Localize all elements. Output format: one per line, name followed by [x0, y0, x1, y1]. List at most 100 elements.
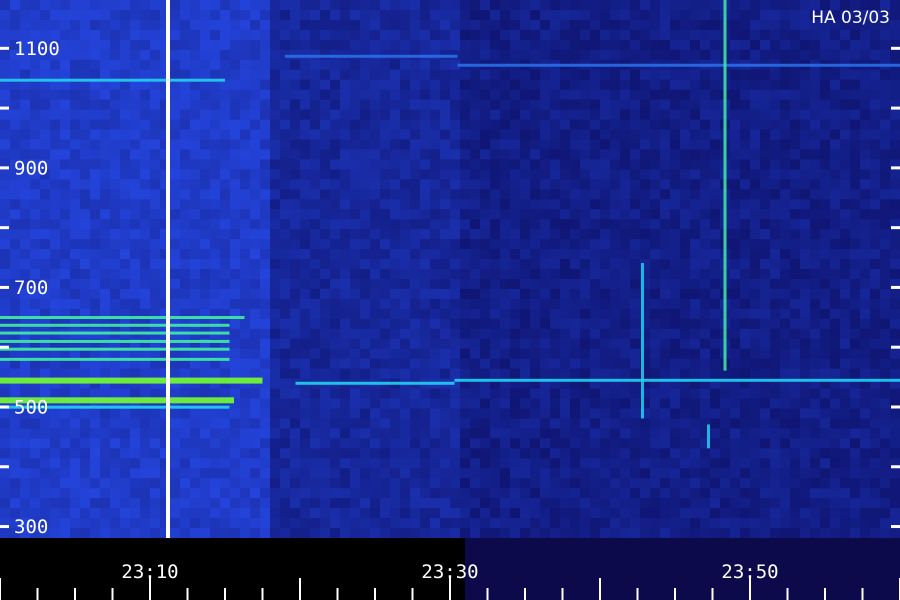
noise-cell	[580, 109, 591, 121]
noise-cell	[170, 259, 181, 270]
noise-cell	[210, 498, 221, 509]
noise-cell	[380, 328, 391, 340]
noise-cell	[220, 129, 231, 140]
noise-cell	[200, 298, 211, 310]
noise-cell	[430, 29, 441, 41]
noise-cell	[50, 468, 61, 479]
noise-cell	[830, 29, 841, 41]
noise-cell	[470, 179, 481, 190]
noise-cell	[500, 478, 511, 489]
noise-cell	[210, 518, 221, 529]
noise-cell	[90, 418, 101, 429]
noise-cell	[780, 29, 791, 41]
noise-cell	[100, 109, 111, 121]
noise-cell	[420, 448, 431, 459]
noise-cell	[280, 288, 291, 300]
noise-cell	[800, 438, 811, 449]
noise-cell	[500, 318, 511, 330]
noise-cell	[120, 10, 131, 21]
noise-cell	[880, 388, 891, 400]
x-tick	[561, 588, 564, 600]
noise-cell	[110, 408, 121, 419]
noise-cell	[70, 518, 81, 529]
noise-cell	[850, 229, 861, 240]
noise-cell	[180, 219, 191, 230]
noise-cell	[780, 368, 791, 380]
noise-cell	[290, 279, 301, 290]
noise-cell	[890, 189, 900, 200]
noise-cell	[750, 69, 761, 81]
noise-cell	[650, 159, 661, 170]
noise-cell	[220, 229, 231, 240]
noise-cell	[310, 398, 321, 409]
noise-cell	[590, 10, 601, 21]
noise-cell	[580, 408, 591, 419]
y-tick-left	[0, 166, 9, 170]
noise-cell	[730, 29, 741, 41]
noise-cell	[330, 199, 341, 210]
noise-cell	[290, 508, 301, 519]
noise-cell	[830, 49, 841, 61]
noise-cell	[440, 508, 451, 519]
noise-cell	[730, 0, 741, 11]
noise-cell	[700, 0, 711, 11]
noise-cell	[370, 298, 381, 310]
noise-cell	[190, 239, 201, 250]
noise-cell	[420, 348, 431, 360]
noise-cell	[840, 498, 851, 509]
noise-cell	[540, 129, 551, 140]
noise-cell	[80, 498, 91, 509]
noise-cell	[240, 29, 251, 41]
noise-cell	[880, 189, 891, 200]
noise-cell	[670, 79, 681, 91]
noise-cell	[380, 388, 391, 400]
noise-cell	[680, 458, 691, 469]
noise-cell	[770, 79, 781, 91]
noise-cell	[780, 269, 791, 280]
noise-cell	[330, 229, 341, 240]
noise-cell	[540, 10, 551, 21]
noise-cell	[640, 19, 651, 31]
noise-cell	[420, 59, 431, 71]
noise-cell	[360, 468, 371, 479]
noise-cell	[430, 279, 441, 290]
noise-cell	[40, 478, 51, 489]
noise-cell	[240, 398, 251, 409]
noise-cell	[360, 189, 371, 200]
noise-cell	[200, 239, 211, 250]
noise-cell	[440, 328, 451, 340]
noise-cell	[440, 259, 451, 270]
noise-cell	[310, 468, 321, 479]
noise-cell	[670, 149, 681, 160]
noise-cell	[570, 388, 581, 400]
noise-cell	[230, 338, 241, 350]
noise-cell	[50, 518, 61, 529]
noise-cell	[410, 69, 421, 81]
noise-cell	[790, 338, 801, 350]
noise-cell	[380, 368, 391, 380]
noise-cell	[790, 288, 801, 300]
noise-cell	[120, 288, 131, 300]
noise-cell	[100, 229, 111, 240]
noise-cell	[450, 388, 461, 400]
noise-cell	[890, 388, 900, 400]
noise-cell	[410, 348, 421, 360]
noise-cell	[880, 99, 891, 111]
noise-cell	[550, 438, 561, 449]
noise-cell	[110, 179, 121, 190]
noise-cell	[70, 209, 81, 220]
noise-cell	[290, 39, 301, 51]
noise-cell	[730, 69, 741, 81]
noise-cell	[600, 279, 611, 290]
noise-cell	[560, 348, 571, 360]
noise-cell	[80, 69, 91, 81]
noise-cell	[450, 249, 461, 260]
noise-cell	[40, 119, 51, 131]
noise-cell	[400, 109, 411, 121]
noise-cell	[560, 308, 571, 320]
noise-cell	[180, 0, 191, 11]
noise-cell	[390, 288, 401, 300]
noise-cell	[810, 418, 821, 429]
noise-cell	[80, 109, 91, 121]
noise-cell	[230, 458, 241, 469]
